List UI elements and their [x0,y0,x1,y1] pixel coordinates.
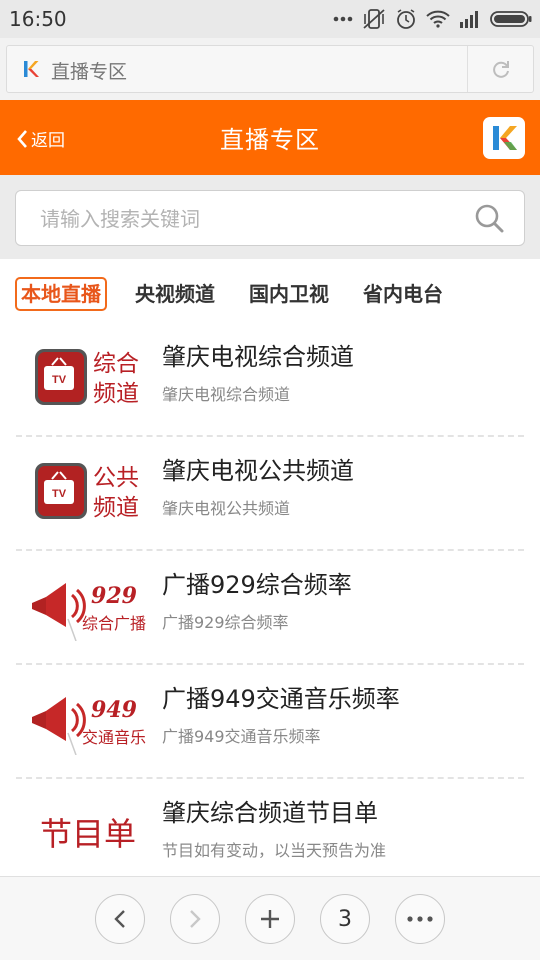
logo-line-2: 频道 [93,495,139,521]
page-header: 返回 直播专区 [0,100,540,175]
channel-title: 广播929综合频率 [162,571,352,599]
address-field[interactable]: 直播专区 [6,45,534,93]
logo-line-2: 交通音乐 [82,728,146,747]
add-button[interactable] [245,894,295,944]
logo-line-1: 929 [91,583,137,609]
browser-url-bar: 直播专区 [0,38,540,100]
browser-bottom-bar: 3 [0,876,540,960]
logo-line-2: 频道 [93,381,139,407]
channel-title: 肇庆综合频道节目单 [162,799,378,827]
channel-title: 肇庆电视综合频道 [162,343,354,371]
vibrate-icon [363,9,385,29]
channel-subtitle: 节目如有变动，以当天预告为准 [162,841,387,860]
search-icon[interactable] [474,203,504,233]
tab-local-live[interactable]: 本地直播 [15,277,107,311]
url-title: 直播专区 [51,61,128,83]
channel-subtitle: 肇庆电视公共频道 [162,499,291,518]
chevron-right-icon [190,910,201,928]
list-item[interactable]: 949 交通音乐 广播949交通音乐频率 广播949交通音乐频率 [0,665,540,779]
more-button[interactable] [395,894,445,944]
channel-title: 广播949交通音乐频率 [162,685,400,713]
tab-count: 3 [338,906,352,932]
signal-icon [460,11,478,28]
channel-title: 肇庆电视公共频道 [162,457,354,485]
url-divider [467,46,468,92]
logo-line-1: 节目单 [40,815,136,853]
category-tabs: 本地直播 央视频道 国内卫视 省内电台 [0,259,540,323]
channel-subtitle: 肇庆电视综合频道 [162,385,291,404]
tv-channel-logo: TV 公共 频道 [35,463,139,521]
more-dots-icon [333,16,353,22]
logo-line-1: 公共 [93,465,139,491]
chevron-left-icon [114,910,125,928]
list-item[interactable]: TV 公共 频道 肇庆电视公共频道 肇庆电视公共频道 [0,437,540,551]
status-icons [333,6,532,32]
svg-text:TV: TV [52,488,67,500]
plus-icon [261,910,279,928]
status-time: 16:50 [9,7,67,31]
channel-subtitle: 广播929综合频率 [162,613,289,632]
tv-channel-logo: TV 综合 频道 [35,349,139,407]
wifi-icon [426,10,450,28]
search-area [0,175,540,259]
battery-icon [490,11,532,27]
status-bar: 16:50 [0,0,540,38]
tabs-button[interactable]: 3 [320,894,370,944]
list-item[interactable]: 929 综合广播 广播929综合频率 广播929综合频率 [0,551,540,665]
channel-subtitle: 广播949交通音乐频率 [162,727,321,746]
app-logo [483,117,525,159]
k-favicon-icon [24,61,39,77]
radio-channel-logo: 949 交通音乐 [32,697,146,755]
search-input[interactable] [38,203,462,235]
tab-cctv[interactable]: 央视频道 [135,279,215,309]
back-nav-button[interactable] [95,894,145,944]
forward-nav-button[interactable] [170,894,220,944]
page-title: 直播专区 [220,126,320,154]
schedule-logo: 节目单 [40,815,136,853]
svg-text:TV: TV [52,374,67,386]
tab-satellite[interactable]: 国内卫视 [249,279,329,309]
logo-line-1: 综合 [93,351,139,377]
search-box [15,190,525,246]
logo-line-1: 949 [91,697,137,723]
list-item[interactable]: TV 综合 频道 肇庆电视综合频道 肇庆电视综合频道 [0,323,540,437]
radio-channel-logo: 929 综合广播 [32,583,146,641]
alarm-icon [397,9,415,29]
k-logo-icon [493,126,517,150]
reload-icon[interactable] [490,58,512,80]
more-dots-icon [407,916,433,922]
tab-provincial-radio[interactable]: 省内电台 [363,279,443,309]
logo-line-2: 综合广播 [82,614,146,633]
